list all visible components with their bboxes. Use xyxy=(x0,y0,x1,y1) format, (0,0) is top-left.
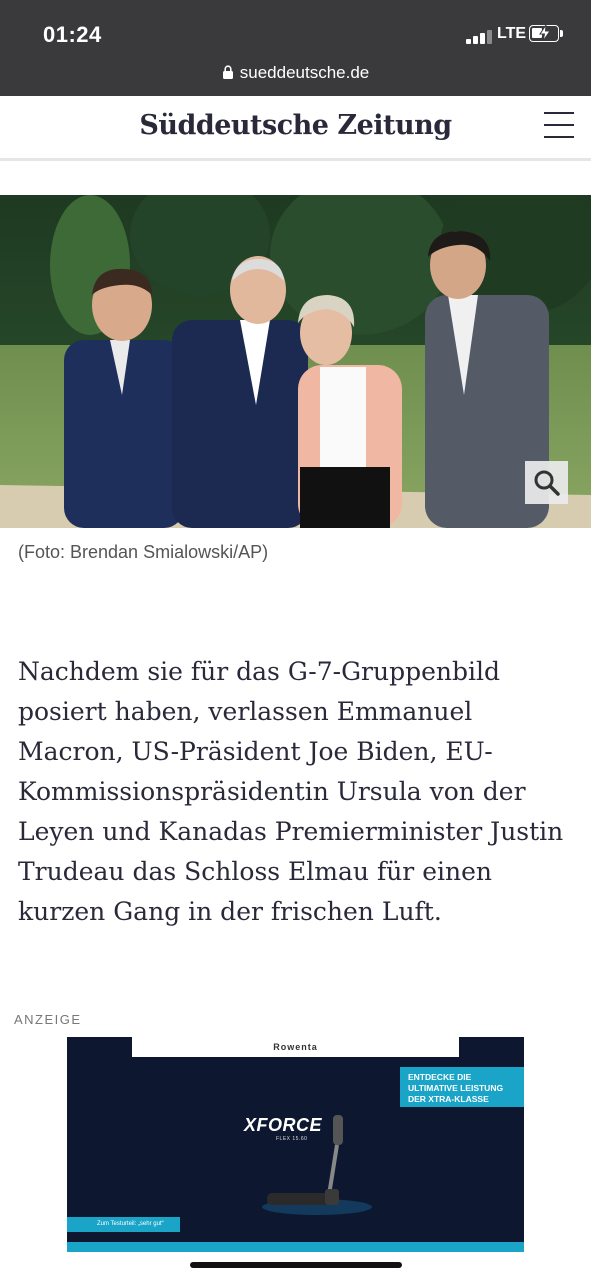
address-bar[interactable]: sueddeutsche.de xyxy=(0,63,591,83)
battery-tip xyxy=(560,30,563,37)
ad-callout-line: DER XTRA-KLASSE xyxy=(408,1094,489,1104)
hamburger-menu-icon[interactable] xyxy=(544,112,574,138)
status-time: 01:24 xyxy=(43,22,102,47)
ad-test-badge: Zum Testurteil: „sehr gut“ xyxy=(67,1217,180,1232)
ad-label: ANZEIGE xyxy=(14,1012,82,1027)
cellular-signal-icon xyxy=(466,28,494,44)
ad-callout: ENTDECKE DIE ULTIMATIVE LEISTUNG DER XTR… xyxy=(400,1067,524,1107)
site-header: Süddeutsche Zeitung xyxy=(0,96,591,161)
image-zoom-button[interactable] xyxy=(525,461,568,504)
network-type: LTE xyxy=(497,25,527,42)
ad-brand: Rowenta xyxy=(273,1042,318,1052)
article-photo[interactable] xyxy=(0,195,591,528)
site-logo[interactable]: Süddeutsche Zeitung xyxy=(0,110,591,141)
article-paragraph: Nachdem sie für das G-7-Gruppenbild posi… xyxy=(18,657,564,926)
home-indicator[interactable] xyxy=(190,1262,402,1268)
ad-callout-line: ENTDECKE DIE xyxy=(408,1072,472,1082)
advertisement-banner[interactable]: Rowenta ENTDECKE DIE ULTIMATIVE LEISTUNG… xyxy=(67,1037,524,1252)
lock-icon xyxy=(222,65,233,79)
status-bar: 01:24 LTE sueddeutsche.de xyxy=(0,0,591,96)
magnifier-icon xyxy=(534,470,560,496)
photo-caption: (Foto: Brendan Smialowski/AP) xyxy=(18,542,269,562)
ad-brand-bar: Rowenta xyxy=(132,1037,459,1057)
ad-model: FLEX 15.60 xyxy=(276,1136,308,1142)
battery-charging-icon xyxy=(529,25,559,42)
ad-product-name: XFORCE xyxy=(244,1115,323,1135)
url-text: sueddeutsche.de xyxy=(239,63,370,82)
ad-bottom-bar xyxy=(67,1242,524,1252)
photo-image xyxy=(0,195,591,528)
ad-callout-line: ULTIMATIVE LEISTUNG xyxy=(408,1083,504,1093)
